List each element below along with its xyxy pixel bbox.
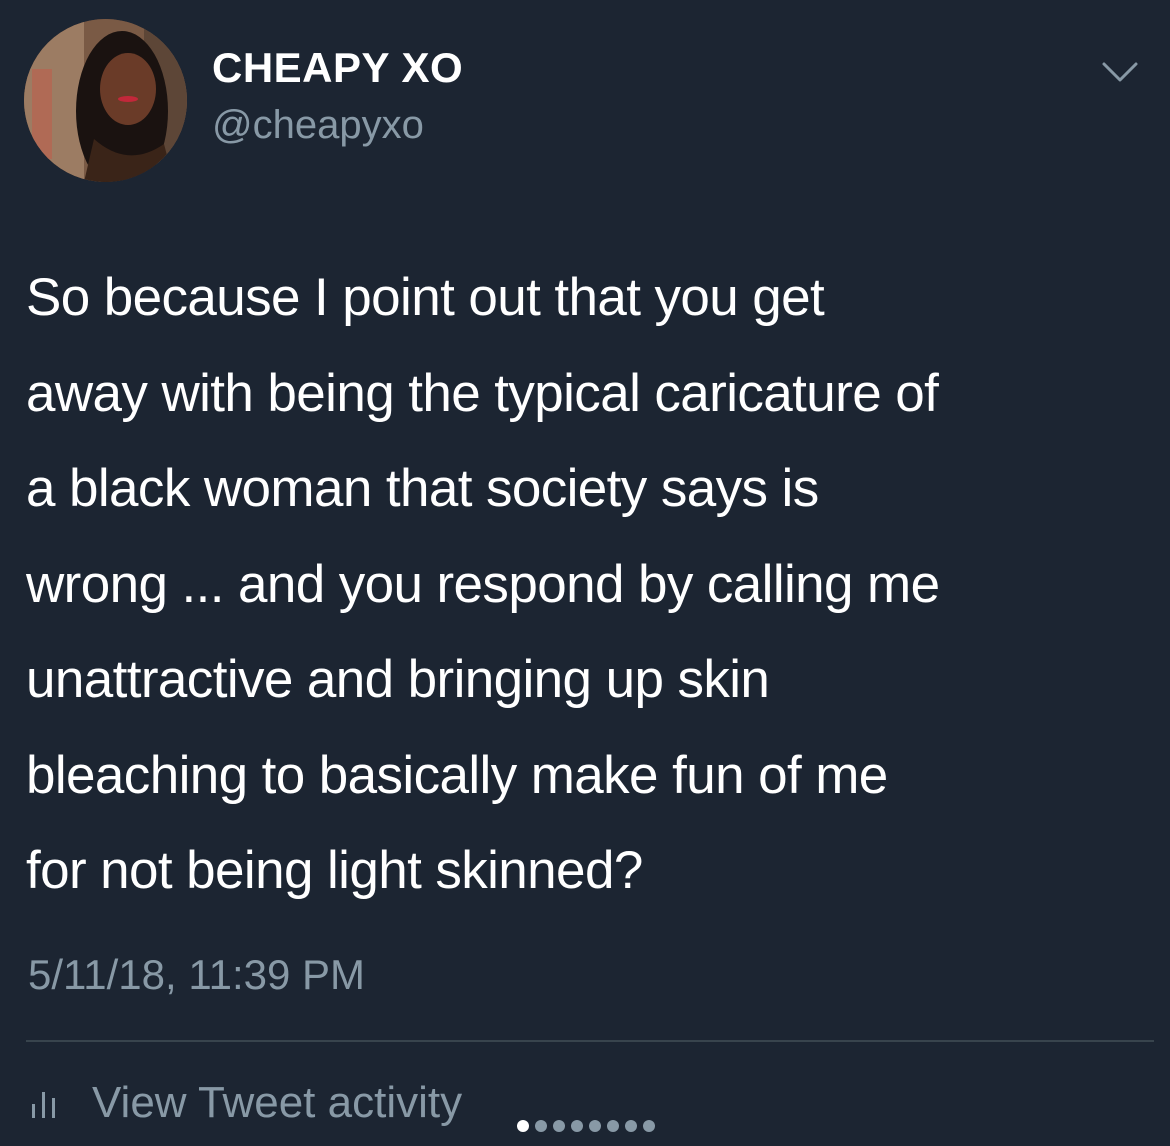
pager-dot[interactable] (589, 1120, 601, 1132)
tweet-timestamp[interactable]: 5/11/18, 11:39 PM (28, 951, 365, 999)
author-handle[interactable]: @cheapyxo (212, 103, 424, 148)
chevron-down-icon[interactable] (1100, 58, 1140, 86)
pager-dot[interactable] (643, 1120, 655, 1132)
pager-dot[interactable] (625, 1120, 637, 1132)
author-display-name[interactable]: CHEAPY XO (212, 44, 463, 92)
avatar-image (24, 19, 187, 182)
bar-chart-icon (32, 1092, 55, 1118)
tweet-text: So because I point out that you get away… (26, 268, 940, 900)
divider (26, 1040, 1154, 1042)
carousel-pager[interactable] (517, 1120, 655, 1132)
pager-dot[interactable] (553, 1120, 565, 1132)
view-tweet-activity-button[interactable]: View Tweet activity (30, 1078, 462, 1128)
pager-dot[interactable] (607, 1120, 619, 1132)
pager-dot[interactable] (535, 1120, 547, 1132)
pager-dot[interactable] (517, 1120, 529, 1132)
view-tweet-activity-label: View Tweet activity (92, 1078, 463, 1127)
pager-dot[interactable] (571, 1120, 583, 1132)
avatar[interactable] (24, 19, 187, 182)
tweet-card: CHEAPY XO @cheapyxo So because I point o… (0, 0, 1170, 1146)
